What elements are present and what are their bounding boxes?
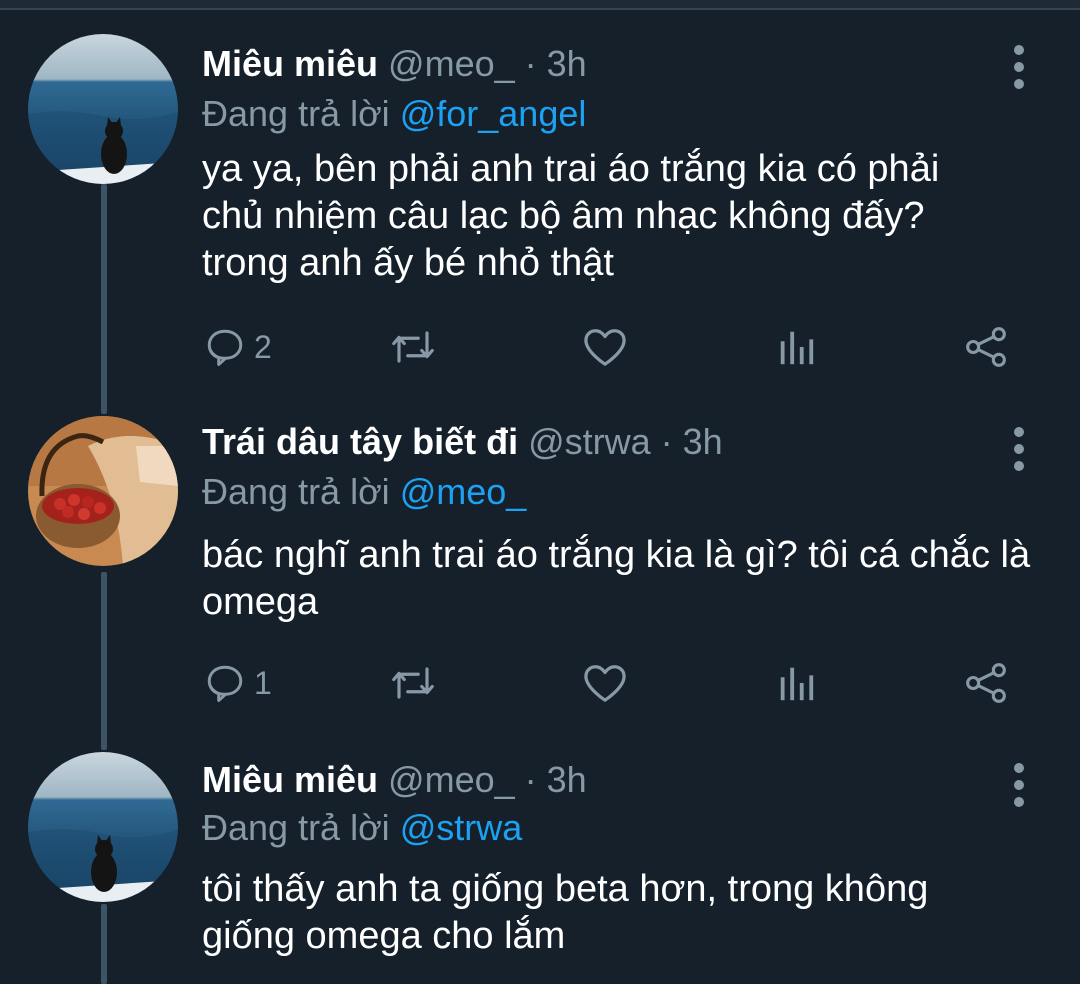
replying-prefix: Đang trả lời xyxy=(202,93,390,134)
tweet[interactable]: Trái dâu tây biết đi @strwa · 3h Đang tr… xyxy=(0,412,1080,712)
mention-link[interactable]: @strwa xyxy=(400,807,523,848)
share-button[interactable] xyxy=(964,658,1008,708)
username[interactable]: @strwa xyxy=(528,421,651,462)
retweet-button[interactable] xyxy=(390,322,436,372)
reply-count: 1 xyxy=(254,664,272,701)
top-divider xyxy=(0,0,1080,10)
more-icon[interactable] xyxy=(1004,42,1034,102)
analytics-icon xyxy=(780,667,814,701)
username[interactable]: @meo_ xyxy=(388,43,515,84)
share-icon xyxy=(966,327,1006,367)
tweet-actions: 1 xyxy=(0,658,1080,708)
reply-count: 2 xyxy=(254,328,272,365)
tweet-header: Trái dâu tây biết đi @strwa · 3h xyxy=(202,420,723,464)
more-icon[interactable] xyxy=(1004,424,1034,484)
reply-button[interactable]: 1 xyxy=(204,658,272,708)
display-name[interactable]: Miêu miêu xyxy=(202,43,378,84)
like-icon xyxy=(584,665,626,702)
tweet[interactable]: Miêu miêu @meo_ · 3h Đang trả lời @for_a… xyxy=(0,28,1080,388)
tweet-header: Miêu miêu @meo_ · 3h xyxy=(202,758,587,802)
like-button[interactable] xyxy=(582,322,628,372)
analytics-button[interactable] xyxy=(776,322,816,372)
display-name[interactable]: Miêu miêu xyxy=(202,759,378,800)
analytics-icon xyxy=(780,331,814,365)
share-button[interactable] xyxy=(964,322,1008,372)
display-name[interactable]: Trái dâu tây biết đi xyxy=(202,421,518,462)
reply-icon xyxy=(207,329,243,366)
avatar[interactable] xyxy=(28,416,178,566)
strawberry-basket-avatar-icon xyxy=(28,416,178,566)
tweet-text: bác nghĩ anh trai áo trắng kia là gì? tô… xyxy=(202,534,1031,623)
tweet-actions: 2 xyxy=(0,322,1080,372)
tweet[interactable]: Miêu miêu @meo_ · 3h Đang trả lời @strwa… xyxy=(0,748,1080,984)
like-button[interactable] xyxy=(582,658,628,708)
replying-prefix: Đang trả lời xyxy=(202,471,390,512)
share-icon xyxy=(966,663,1006,703)
tweet-text: ya ya, bên phải anh trai áo trắng kia có… xyxy=(202,148,940,284)
timestamp[interactable]: · 3h xyxy=(525,759,587,800)
more-icon[interactable] xyxy=(1004,760,1034,820)
tweet-text: tôi thấy anh ta giống beta hơn, trong kh… xyxy=(202,868,929,957)
replying-to: Đang trả lời @for_angel xyxy=(202,92,586,136)
cat-by-sea-avatar-icon xyxy=(28,34,178,184)
avatar[interactable] xyxy=(28,34,178,184)
mention-link[interactable]: @for_angel xyxy=(400,93,587,134)
retweet-button[interactable] xyxy=(390,658,436,708)
retweet-icon xyxy=(392,331,434,363)
reply-button[interactable]: 2 xyxy=(204,322,272,372)
avatar[interactable] xyxy=(28,752,178,902)
replying-prefix: Đang trả lời xyxy=(202,807,390,848)
replying-to: Đang trả lời @meo_ xyxy=(202,470,526,514)
cat-by-sea-avatar-icon xyxy=(28,752,178,902)
replying-to: Đang trả lời @strwa xyxy=(202,806,522,850)
timestamp[interactable]: · 3h xyxy=(661,421,723,462)
username[interactable]: @meo_ xyxy=(388,759,515,800)
mention-link[interactable]: @meo_ xyxy=(400,471,527,512)
like-icon xyxy=(584,329,626,366)
timestamp[interactable]: · 3h xyxy=(525,43,587,84)
reply-icon xyxy=(207,665,243,702)
tweet-header: Miêu miêu @meo_ · 3h xyxy=(202,42,587,86)
retweet-icon xyxy=(392,667,434,699)
analytics-button[interactable] xyxy=(776,658,816,708)
